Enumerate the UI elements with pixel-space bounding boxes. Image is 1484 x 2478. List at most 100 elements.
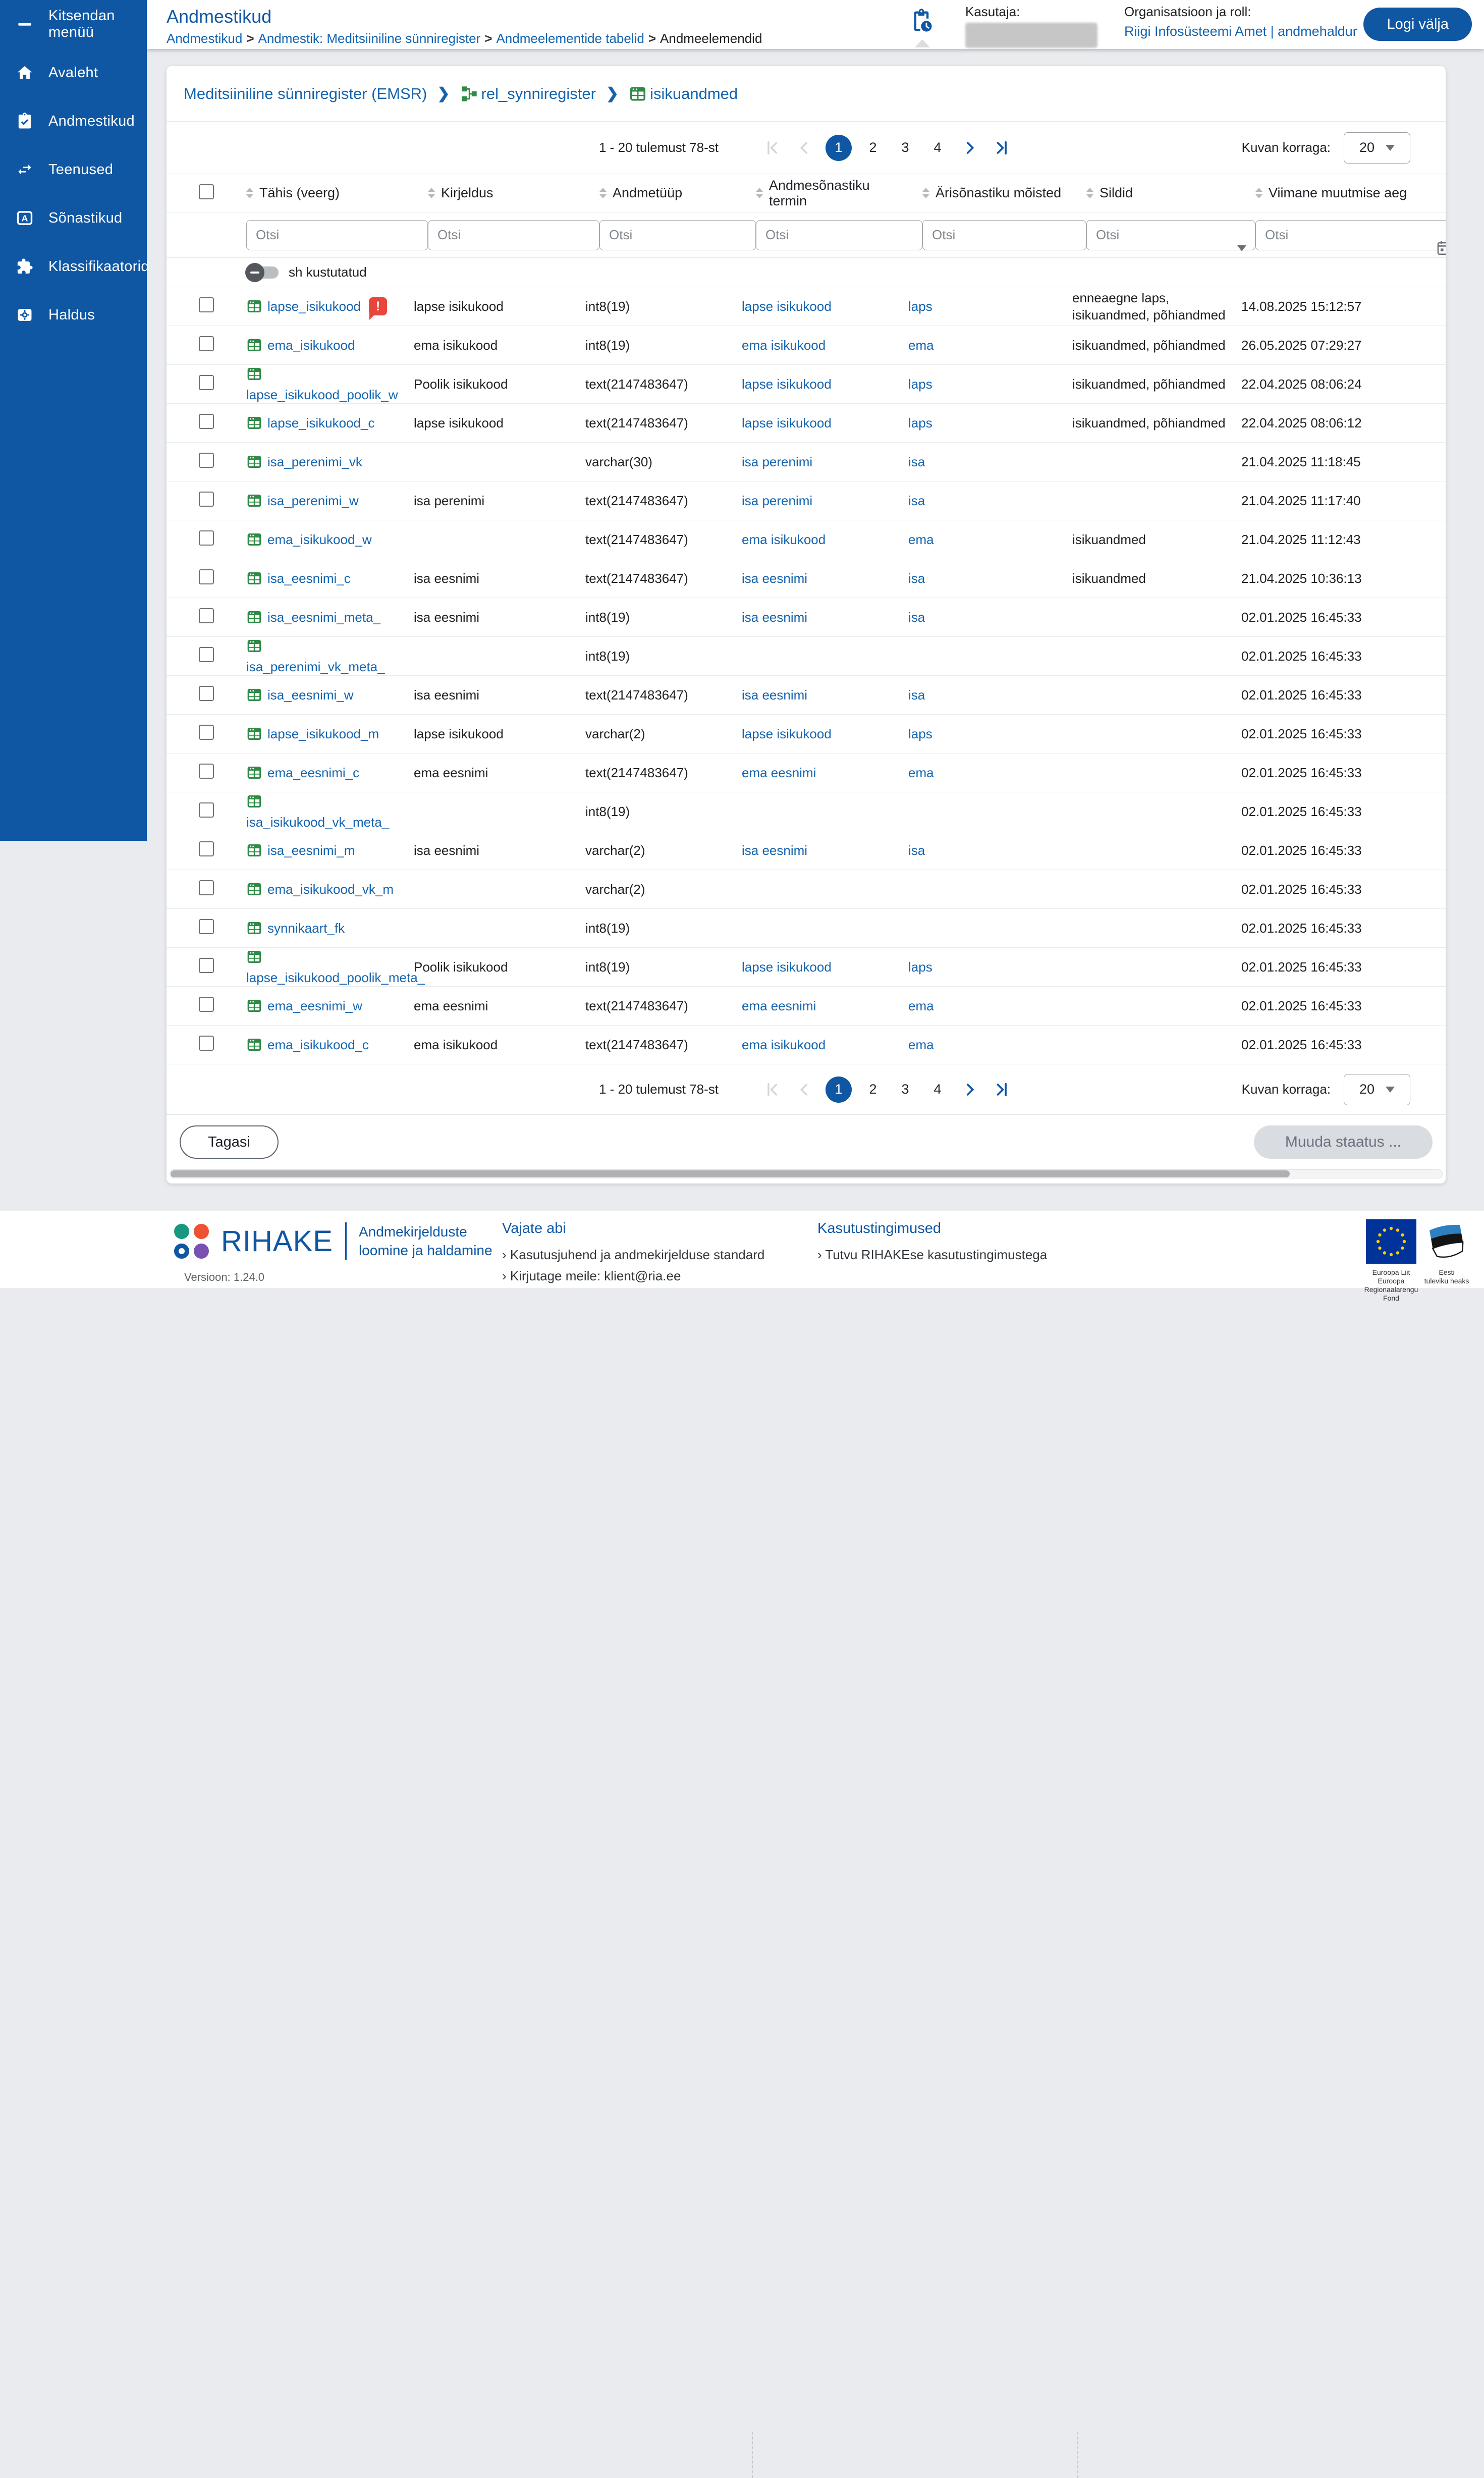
dictionary-term-link[interactable]: ema eesnimi xyxy=(742,765,816,780)
page-button[interactable]: 3 xyxy=(894,1082,916,1097)
per-page-select[interactable]: 20 xyxy=(1344,132,1410,164)
row-checkbox[interactable] xyxy=(199,297,214,312)
previous-page-button[interactable] xyxy=(793,1079,815,1101)
page-button[interactable]: 2 xyxy=(862,140,884,155)
dictionary-term-link[interactable]: lapse isikukood xyxy=(742,376,832,392)
element-link[interactable]: isa_perenimi_vk_meta_ xyxy=(246,638,406,675)
element-link[interactable]: isa_perenimi_w xyxy=(246,493,359,509)
element-link[interactable]: isa_perenimi_vk xyxy=(246,454,362,470)
per-page-select[interactable]: 20 xyxy=(1344,1074,1410,1105)
horizontal-scrollbar[interactable] xyxy=(170,1169,1443,1178)
logout-button[interactable]: Logi välja xyxy=(1363,8,1472,41)
page-button-active[interactable]: 1 xyxy=(826,1076,852,1103)
row-checkbox[interactable] xyxy=(199,492,214,507)
row-checkbox[interactable] xyxy=(199,569,214,584)
element-link[interactable]: isa_isikukood_vk_meta_ xyxy=(246,793,406,830)
row-checkbox[interactable] xyxy=(199,841,214,856)
sidebar-item-administration[interactable]: Haldus xyxy=(0,291,147,339)
dictionary-term-link[interactable]: lapse isikukood xyxy=(742,959,832,975)
page-button[interactable]: 4 xyxy=(926,1082,949,1097)
element-link[interactable]: ema_isikukood xyxy=(246,337,355,353)
search-input-termin[interactable] xyxy=(756,220,922,250)
row-checkbox[interactable] xyxy=(199,1036,214,1051)
business-concept-link[interactable]: laps xyxy=(908,959,932,975)
row-checkbox[interactable] xyxy=(199,647,214,662)
element-link[interactable]: isa_eesnimi_c xyxy=(246,570,351,586)
first-page-button[interactable] xyxy=(761,1079,783,1101)
element-link[interactable]: ema_isikukood_vk_m xyxy=(246,881,394,897)
sidebar-item-services[interactable]: Teenused xyxy=(0,145,147,194)
column-header-sildid[interactable]: Sildid xyxy=(1072,185,1241,201)
row-checkbox[interactable] xyxy=(199,530,214,546)
include-deleted-toggle[interactable] xyxy=(247,266,279,279)
row-checkbox[interactable] xyxy=(199,725,214,740)
business-concept-link[interactable]: isa xyxy=(908,493,925,508)
page-button[interactable]: 3 xyxy=(894,140,916,155)
help-link-manual[interactable]: Kasutusjuhend ja andmekirjelduse standar… xyxy=(502,1244,764,1265)
sidebar-item-datasets[interactable]: Andmestikud xyxy=(0,97,147,145)
row-checkbox[interactable] xyxy=(199,336,214,351)
business-concept-link[interactable]: ema xyxy=(908,1037,934,1052)
column-header-termin[interactable]: Andmesõnastiku termin xyxy=(742,178,908,209)
next-page-button[interactable] xyxy=(959,137,981,159)
business-concept-link[interactable]: laps xyxy=(908,726,932,741)
terms-link[interactable]: Tutvu RIHAKEse kasutustingimustega xyxy=(817,1244,1047,1265)
dictionary-term-link[interactable]: lapse isikukood xyxy=(742,726,832,741)
element-link[interactable]: synnikaart_fk xyxy=(246,920,345,936)
breadcrumb-link[interactable]: Andmeelementide tabelid xyxy=(496,31,644,46)
next-page-button[interactable] xyxy=(959,1079,981,1101)
row-checkbox[interactable] xyxy=(199,958,214,973)
dictionary-term-link[interactable]: lapse isikukood xyxy=(742,415,832,430)
element-link[interactable]: isa_eesnimi_m xyxy=(246,842,355,858)
column-header-tahis[interactable]: Tähis (veerg) xyxy=(232,185,414,201)
dictionary-term-link[interactable]: lapse isikukood xyxy=(742,299,832,314)
search-input-andmetyyp[interactable] xyxy=(599,220,756,250)
element-link[interactable]: ema_isikukood_c xyxy=(246,1037,369,1053)
page-button[interactable]: 4 xyxy=(926,140,949,155)
row-checkbox[interactable] xyxy=(199,880,214,895)
last-page-button[interactable] xyxy=(991,137,1013,159)
row-checkbox[interactable] xyxy=(199,414,214,429)
element-link[interactable]: lapse_isikukood_poolik_w xyxy=(246,366,406,403)
breadcrumb-link[interactable]: Andmestik: Meditsiiniline sünniregister xyxy=(258,31,481,46)
table-link[interactable]: isikuandmed xyxy=(629,85,738,103)
select-all-checkbox[interactable] xyxy=(199,184,214,199)
search-input-tahis[interactable] xyxy=(246,220,428,250)
row-checkbox[interactable] xyxy=(199,375,214,390)
dictionary-term-link[interactable]: isa eesnimi xyxy=(742,571,807,586)
help-link-email[interactable]: Kirjutage meile: klient@ria.ee xyxy=(502,1265,764,1286)
dictionary-term-link[interactable]: isa perenimi xyxy=(742,493,812,508)
business-concept-link[interactable]: isa xyxy=(908,610,925,625)
element-link[interactable]: ema_eesnimi_w xyxy=(246,998,362,1014)
pending-tasks-button[interactable] xyxy=(908,8,937,38)
search-input-moisted[interactable] xyxy=(922,220,1086,250)
sidebar-item-classifiers[interactable]: Klassifikaatorid xyxy=(0,242,147,291)
dictionary-term-link[interactable]: ema isikukood xyxy=(742,532,826,547)
element-link[interactable]: lapse_isikukood_c xyxy=(246,415,374,431)
schema-link[interactable]: rel_synniregister xyxy=(460,85,596,103)
business-concept-link[interactable]: ema xyxy=(908,338,934,353)
element-link[interactable]: isa_eesnimi_meta_ xyxy=(246,609,380,625)
dictionary-term-link[interactable]: isa perenimi xyxy=(742,454,812,469)
dictionary-term-link[interactable]: isa eesnimi xyxy=(742,610,807,625)
business-concept-link[interactable]: ema xyxy=(908,765,934,780)
org-role-link[interactable]: Riigi Infosüsteemi Amet | andmehaldur xyxy=(1124,24,1357,39)
sidebar-item-home[interactable]: Avaleht xyxy=(0,48,147,97)
row-checkbox[interactable] xyxy=(199,764,214,779)
business-concept-link[interactable]: isa xyxy=(908,571,925,586)
row-checkbox[interactable] xyxy=(199,802,214,818)
dictionary-term-link[interactable]: ema eesnimi xyxy=(742,998,816,1013)
sidebar-item-vocabularies[interactable]: A Sõnastikud xyxy=(0,194,147,242)
search-input-date[interactable] xyxy=(1255,220,1446,250)
business-concept-link[interactable]: laps xyxy=(908,299,932,314)
business-concept-link[interactable]: isa xyxy=(908,454,925,469)
search-select-sildid[interactable] xyxy=(1086,220,1255,250)
business-concept-link[interactable]: ema xyxy=(908,532,934,547)
search-input-kirjeldus[interactable] xyxy=(428,220,599,250)
business-concept-link[interactable]: ema xyxy=(908,998,934,1013)
previous-page-button[interactable] xyxy=(793,137,815,159)
column-header-andmetyyp[interactable]: Andmetüüp xyxy=(585,185,742,201)
first-page-button[interactable] xyxy=(761,137,783,159)
element-link[interactable]: ema_eesnimi_c xyxy=(246,765,359,781)
business-concept-link[interactable]: laps xyxy=(908,415,932,430)
